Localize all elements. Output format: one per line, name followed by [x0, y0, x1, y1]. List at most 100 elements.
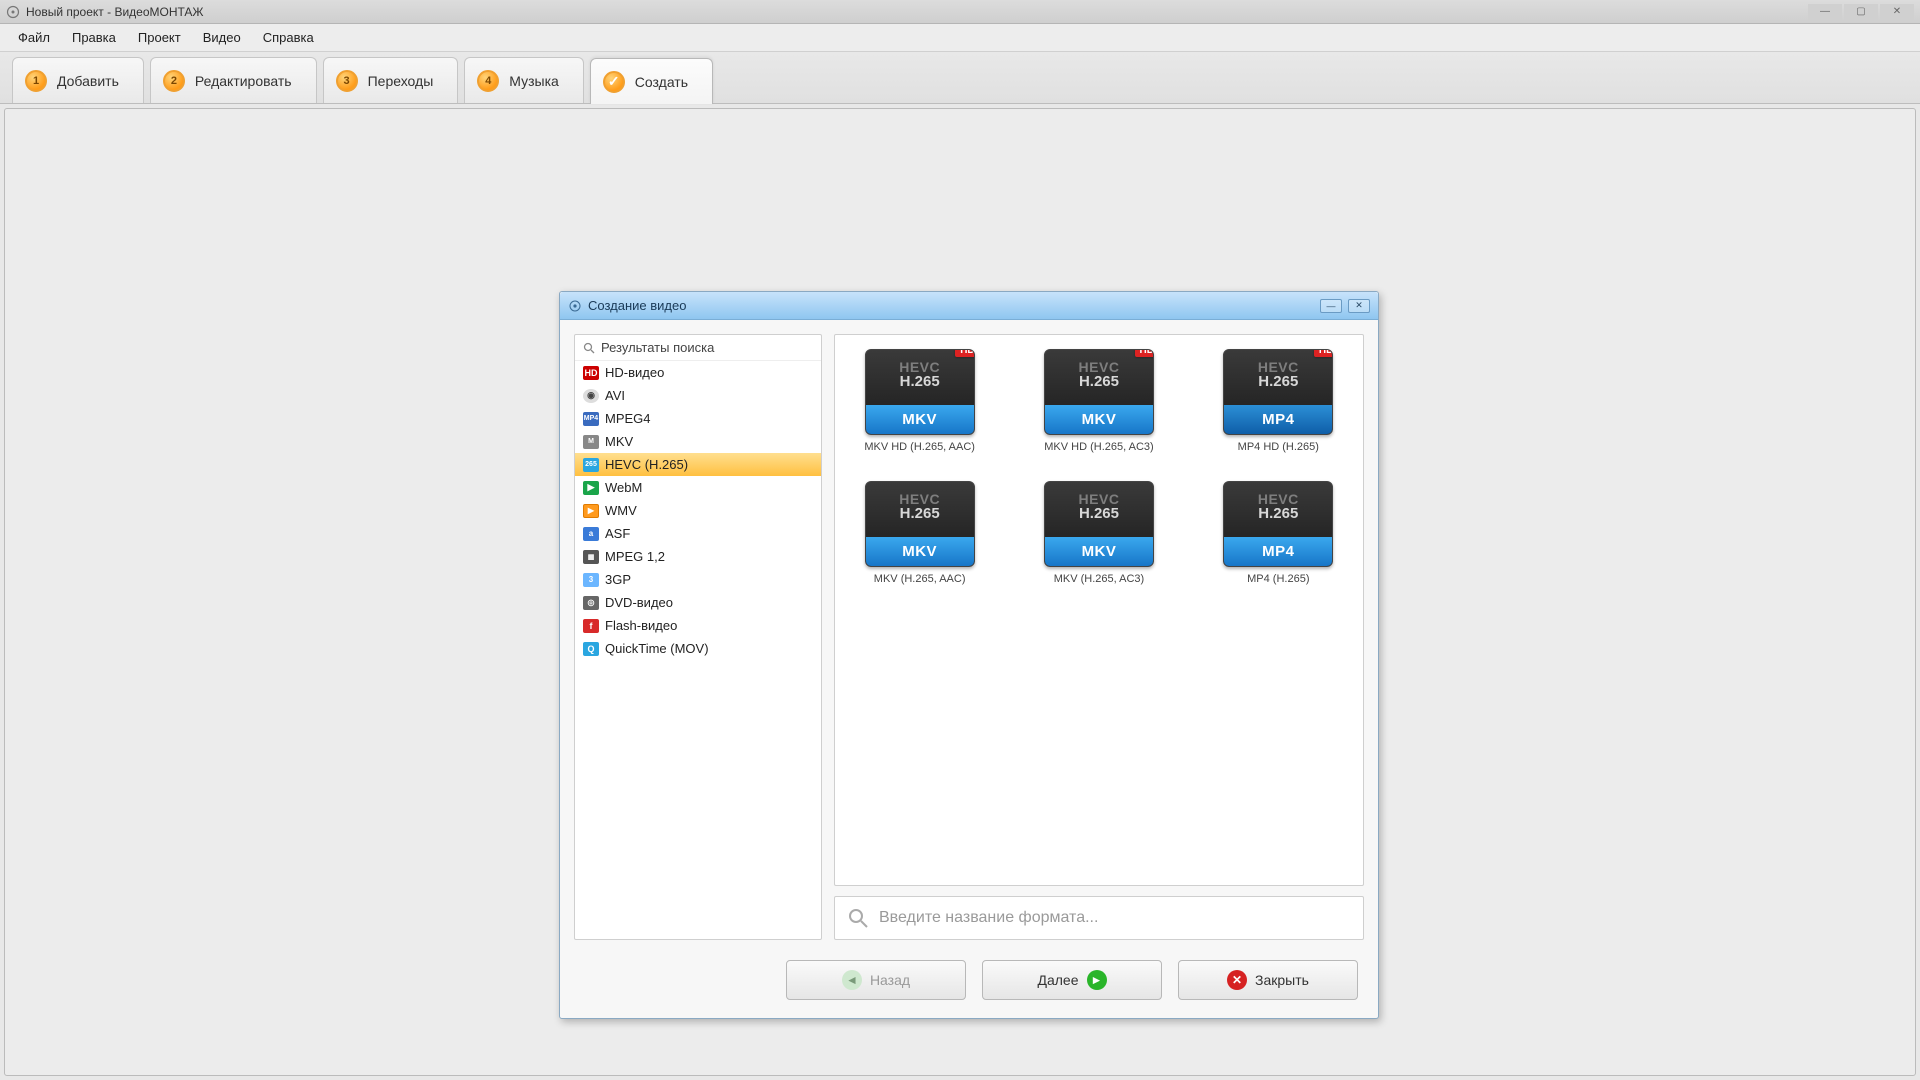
- hd-badge-icon: HD: [1135, 349, 1154, 357]
- next-button-label: Далее: [1037, 972, 1078, 988]
- search-icon: [583, 342, 595, 354]
- container-band: MKV: [866, 537, 974, 566]
- format-preset-item[interactable]: HEVCH.265 MKV MKV (H.265, AAC): [850, 481, 990, 585]
- menubar: Файл Правка Проект Видео Справка: [0, 24, 1920, 52]
- tab-music-label: Музыка: [509, 73, 559, 89]
- format-preset-label: MKV HD (H.265, AAC): [864, 441, 975, 453]
- sidebar-item-dvd[interactable]: ◎ DVD-видео: [575, 591, 821, 614]
- hd-badge-icon: HD: [955, 349, 974, 357]
- sidebar-search-results[interactable]: Результаты поиска: [575, 335, 821, 361]
- format-preset-label: MKV (H.265, AC3): [1054, 573, 1144, 585]
- workspace-canvas: Создание видео — ✕ Результаты поиска: [4, 108, 1916, 1076]
- format-search-input[interactable]: [879, 909, 1351, 927]
- arrow-left-icon: ◄: [842, 970, 862, 990]
- app-icon: [6, 5, 20, 19]
- format-preset-item[interactable]: HEVCH.265 MP4 HD MP4 HD (H.265): [1208, 349, 1348, 453]
- maximize-button[interactable]: ▢: [1844, 4, 1878, 20]
- wmv-icon: ▶: [583, 504, 599, 518]
- dvd-icon: ◎: [583, 596, 599, 610]
- tab-transitions-label: Переходы: [368, 73, 434, 89]
- sidebar-item-label: QuickTime (MOV): [605, 641, 709, 656]
- avi-icon: ◉: [583, 389, 599, 403]
- codec-label: HEVCH.265: [866, 492, 974, 521]
- codec-label: HEVCH.265: [1224, 360, 1332, 389]
- close-button-label: Закрыть: [1255, 972, 1309, 988]
- hd-badge-icon: HD: [1314, 349, 1333, 357]
- codec-label: HEVCH.265: [1045, 360, 1153, 389]
- format-preset-label: MKV HD (H.265, AC3): [1044, 441, 1153, 453]
- tab-edit[interactable]: 2 Редактировать: [150, 57, 317, 103]
- sidebar-item-asf[interactable]: aASF: [575, 522, 821, 545]
- menu-project[interactable]: Проект: [128, 26, 191, 49]
- back-button-label: Назад: [870, 972, 910, 988]
- tab-create-label: Создать: [635, 74, 688, 90]
- sidebar-item-label: WMV: [605, 503, 637, 518]
- sidebar-item-quicktime[interactable]: QQuickTime (MOV): [575, 637, 821, 660]
- format-preset-label: MKV (H.265, AAC): [874, 573, 966, 585]
- format-preset-item[interactable]: HEVCH.265MP4MP4 (H.265): [1208, 481, 1348, 585]
- sidebar-item-3gp[interactable]: 33GP: [575, 568, 821, 591]
- search-icon: [847, 907, 869, 929]
- minimize-button[interactable]: —: [1808, 4, 1842, 20]
- tab-transitions[interactable]: 3 Переходы: [323, 57, 459, 103]
- back-button[interactable]: ◄ Назад: [786, 960, 966, 1000]
- container-band: MP4: [1224, 405, 1332, 434]
- dialog-minimize-button[interactable]: —: [1320, 299, 1342, 313]
- sidebar-item-label: WebM: [605, 480, 642, 495]
- format-category-sidebar: Результаты поиска HDHD-видео ◉AVI MP4MPE…: [574, 334, 822, 940]
- sidebar-item-label: MKV: [605, 434, 633, 449]
- format-preset-item[interactable]: HEVCH.265MKVHD MKV HD (H.265, AAC): [850, 349, 990, 453]
- hevc-icon: 265: [583, 458, 599, 472]
- sidebar-item-wmv[interactable]: ▶ WMV: [575, 499, 821, 522]
- sidebar-item-hd[interactable]: HDHD-видео: [575, 361, 821, 384]
- format-preset-item[interactable]: HEVCH.265MKVHDMKV HD (H.265, AC3): [1029, 349, 1169, 453]
- sidebar-item-mkv[interactable]: MMKV: [575, 430, 821, 453]
- container-band: MKV: [1045, 537, 1153, 566]
- sidebar-item-label: MPEG4: [605, 411, 651, 426]
- dialog-title: Создание видео: [588, 298, 1320, 313]
- close-button[interactable]: ✕: [1880, 4, 1914, 20]
- sidebar-item-label: ASF: [605, 526, 630, 541]
- sidebar-item-hevc[interactable]: 265HEVC (H.265): [575, 453, 821, 476]
- check-icon: ✓: [603, 71, 625, 93]
- format-thumb: HEVCH.265MP4: [1223, 481, 1333, 567]
- format-thumb: HEVCH.265 MKV: [1044, 481, 1154, 567]
- codec-label: HEVCH.265: [1045, 492, 1153, 521]
- sidebar-item-avi[interactable]: ◉AVI: [575, 384, 821, 407]
- close-dialog-button[interactable]: ✕ Закрыть: [1178, 960, 1358, 1000]
- mpeg-icon: ▦: [583, 550, 599, 564]
- sidebar-item-flash[interactable]: fFlash-видео: [575, 614, 821, 637]
- sidebar-item-label: MPEG 1,2: [605, 549, 665, 564]
- tab-add-label: Добавить: [57, 73, 119, 89]
- menu-help[interactable]: Справка: [253, 26, 324, 49]
- tab-create[interactable]: ✓ Создать: [590, 58, 713, 104]
- arrow-right-icon: ►: [1087, 970, 1107, 990]
- codec-label: HEVCH.265: [1224, 492, 1332, 521]
- format-preset-label: MP4 HD (H.265): [1238, 441, 1319, 453]
- main-titlebar: Новый проект - ВидеоМОНТАЖ — ▢ ✕: [0, 0, 1920, 24]
- sidebar-item-mpeg4[interactable]: MP4MPEG4: [575, 407, 821, 430]
- gear-icon: [568, 299, 582, 313]
- menu-edit[interactable]: Правка: [62, 26, 126, 49]
- format-preset-item[interactable]: HEVCH.265 MKV MKV (H.265, AC3): [1029, 481, 1169, 585]
- step-tabbar: 1 Добавить 2 Редактировать 3 Переходы 4 …: [0, 52, 1920, 104]
- menu-video[interactable]: Видео: [193, 26, 251, 49]
- format-thumb: HEVCH.265MKVHD: [865, 349, 975, 435]
- window-title: Новый проект - ВидеоМОНТАЖ: [26, 5, 1808, 19]
- sidebar-item-mpeg12[interactable]: ▦ MPEG 1,2: [575, 545, 821, 568]
- menu-file[interactable]: Файл: [8, 26, 60, 49]
- sidebar-item-label: 3GP: [605, 572, 631, 587]
- webm-icon: ▶: [583, 481, 599, 495]
- sidebar-item-label: DVD-видео: [605, 595, 673, 610]
- tab-music[interactable]: 4 Музыка: [464, 57, 584, 103]
- tab-edit-label: Редактировать: [195, 73, 292, 89]
- sidebar-item-webm[interactable]: ▶ WebM: [575, 476, 821, 499]
- tab-add[interactable]: 1 Добавить: [12, 57, 144, 103]
- dialog-footer: ◄ Назад Далее ► ✕ Закрыть: [560, 954, 1378, 1018]
- format-presets-area: HEVCH.265MKVHDMKV HD (H.265, AAC)HEVCH.2…: [834, 334, 1364, 886]
- dialog-close-button[interactable]: ✕: [1348, 299, 1370, 313]
- format-thumb: HEVCH.265 MKV: [865, 481, 975, 567]
- next-button[interactable]: Далее ►: [982, 960, 1162, 1000]
- dialog-titlebar: Создание видео — ✕: [560, 292, 1378, 320]
- close-icon: ✕: [1227, 970, 1247, 990]
